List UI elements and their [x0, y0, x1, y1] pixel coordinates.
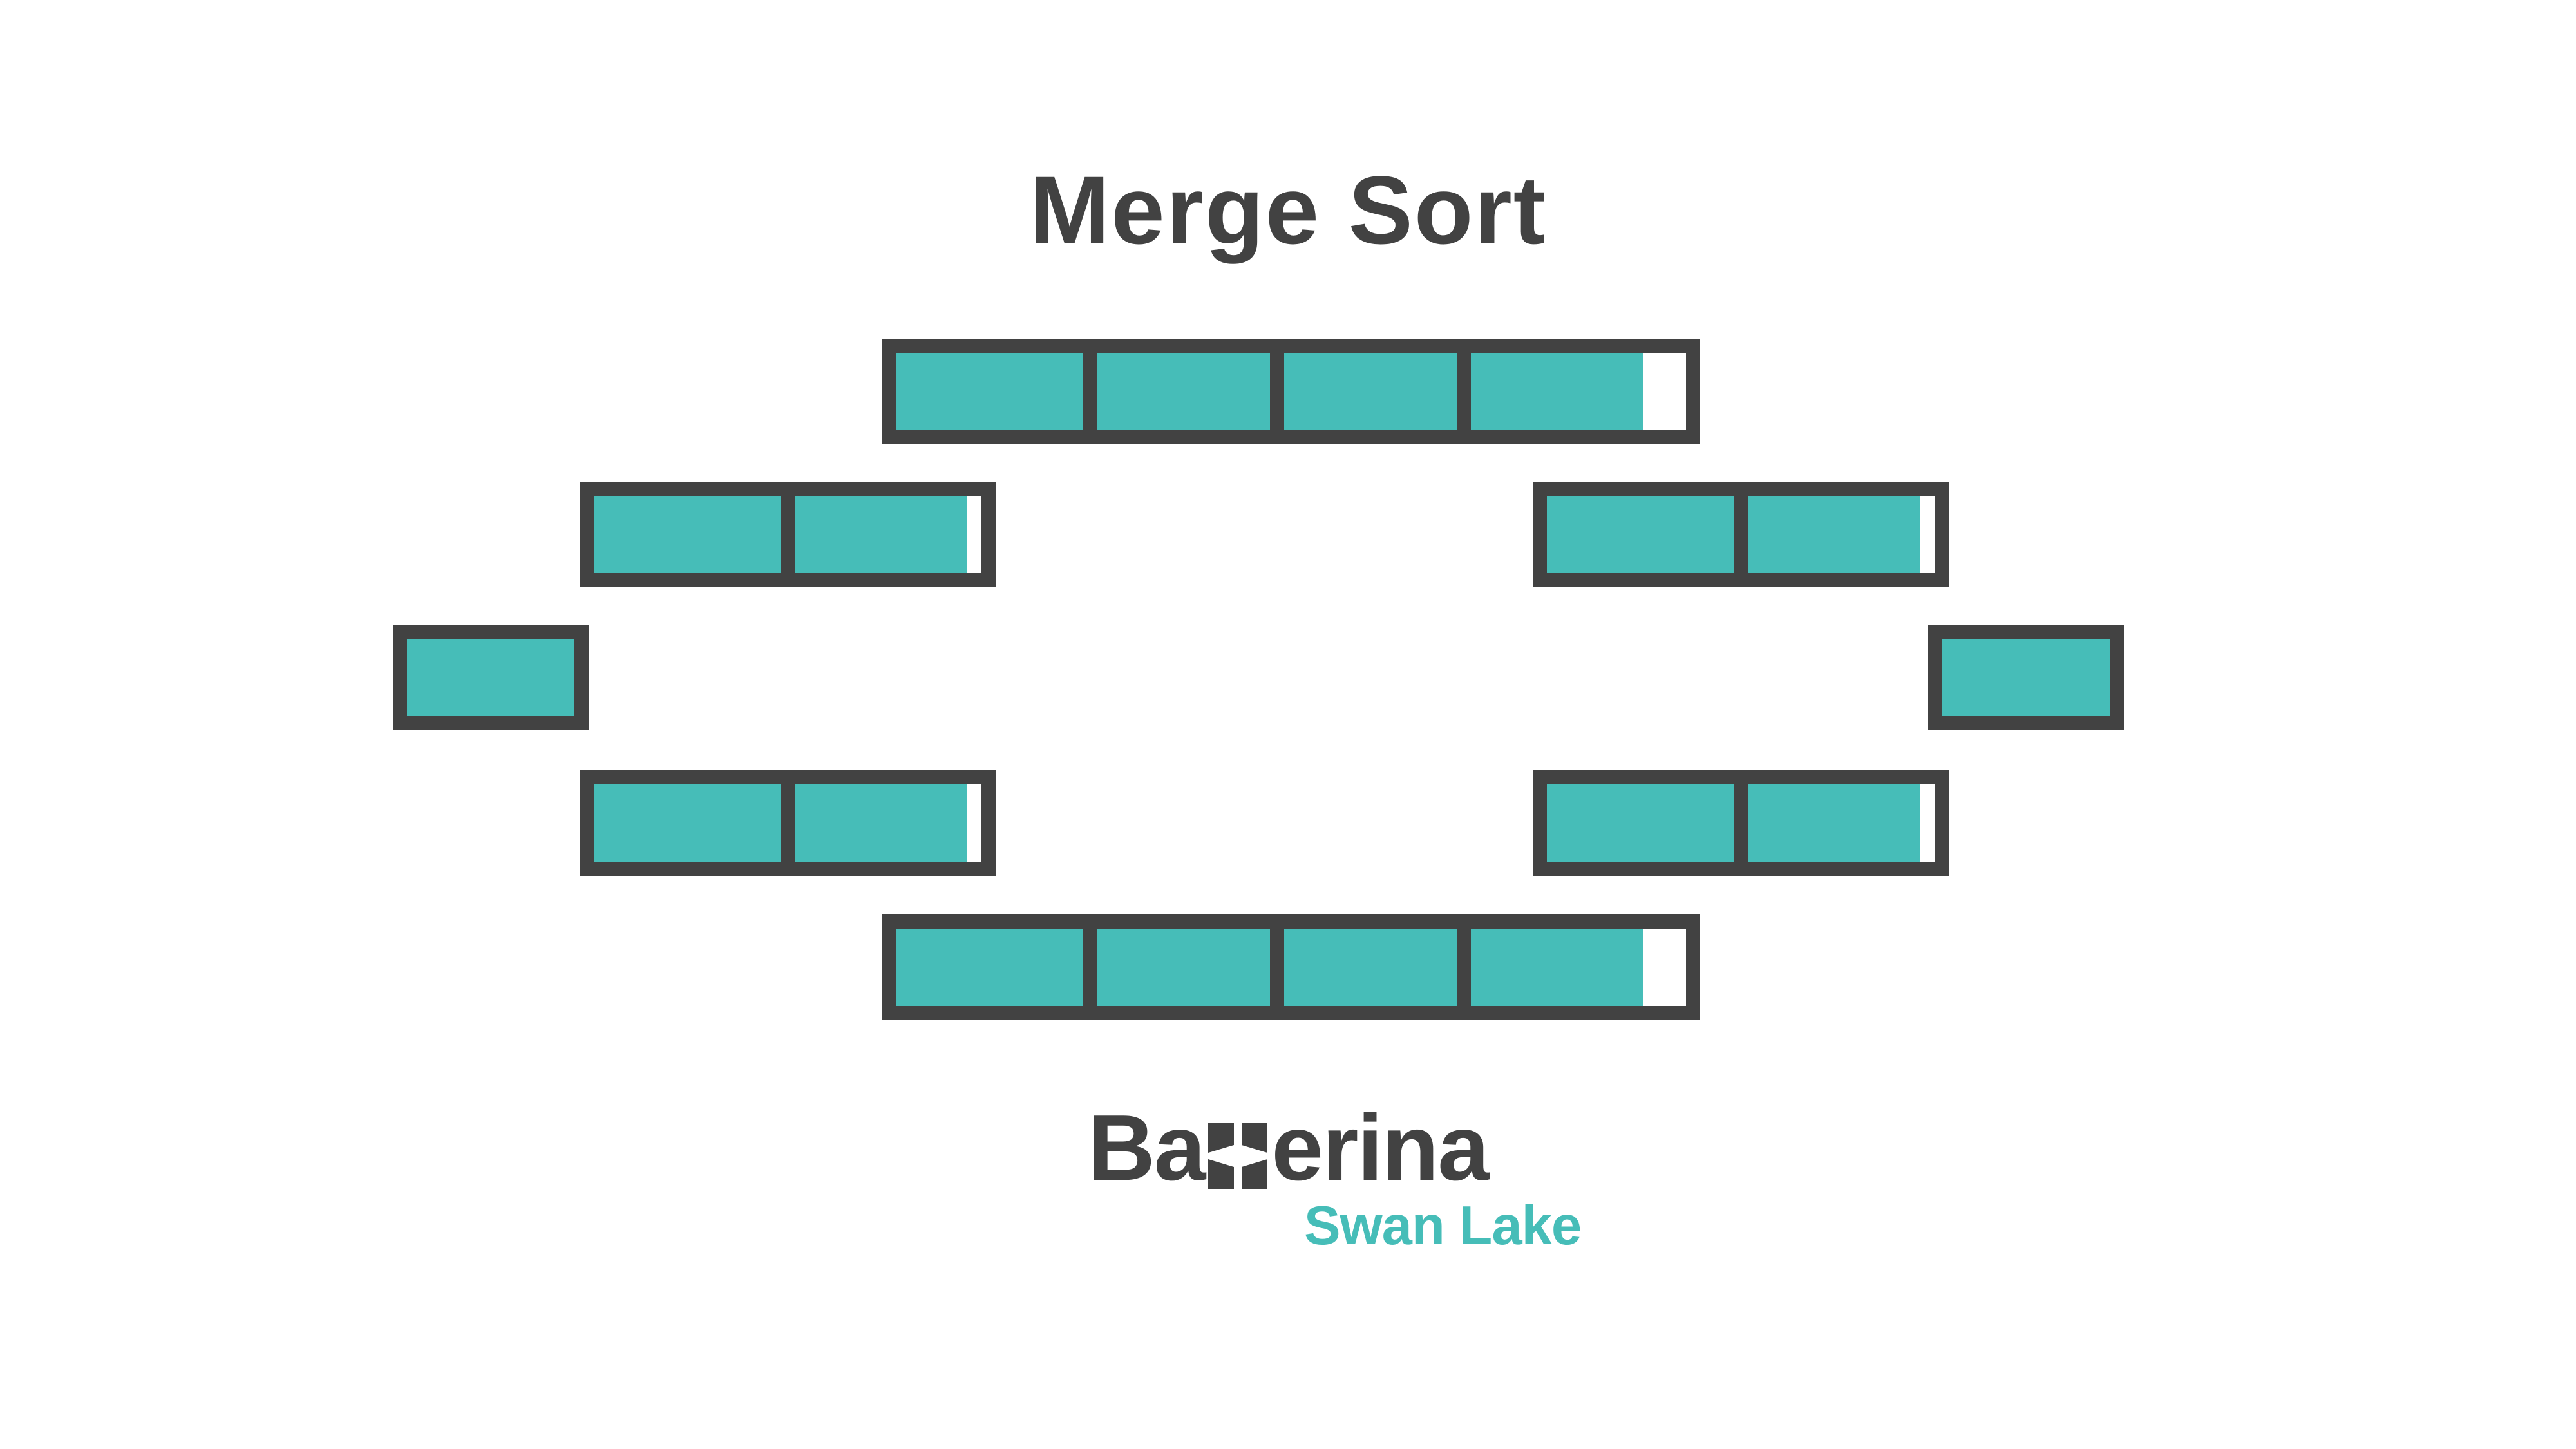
array-cell [781, 784, 967, 862]
array-cell [1270, 353, 1457, 430]
logo-wordmark: Ba erina [1088, 1101, 1488, 1195]
diagram-canvas: Merge Sort Ba erina Swan Lake [0, 0, 2576, 1449]
array-block [1533, 482, 1949, 587]
array-block [882, 339, 1700, 444]
array-cell [407, 639, 574, 716]
array-cell [1083, 353, 1270, 430]
array-cell [896, 353, 1083, 430]
logo-text-prefix: Ba [1088, 1101, 1204, 1195]
array-cell [781, 496, 967, 573]
logo-subtitle: Swan Lake [1304, 1195, 1581, 1258]
logo-mark-icon [1206, 1113, 1270, 1184]
array-cell [1270, 929, 1457, 1006]
array-cell [1734, 784, 1920, 862]
array-cell [1083, 929, 1270, 1006]
array-cell [1734, 496, 1920, 573]
array-cell [594, 496, 781, 573]
array-cell [896, 929, 1083, 1006]
diagram-title: Merge Sort [0, 155, 2576, 266]
array-cell [1547, 496, 1734, 573]
array-cell [1547, 784, 1734, 862]
array-cell [1457, 353, 1643, 430]
array-block [882, 914, 1700, 1020]
brand-logo: Ba erina Swan Lake [0, 1101, 2576, 1258]
array-cell [1457, 929, 1643, 1006]
array-block [1928, 625, 2124, 730]
array-block [393, 625, 589, 730]
array-block [1533, 770, 1949, 876]
array-block [580, 770, 996, 876]
array-cell [1942, 639, 2110, 716]
array-cell [594, 784, 781, 862]
array-block [580, 482, 996, 587]
logo-text-suffix: erina [1271, 1101, 1488, 1195]
